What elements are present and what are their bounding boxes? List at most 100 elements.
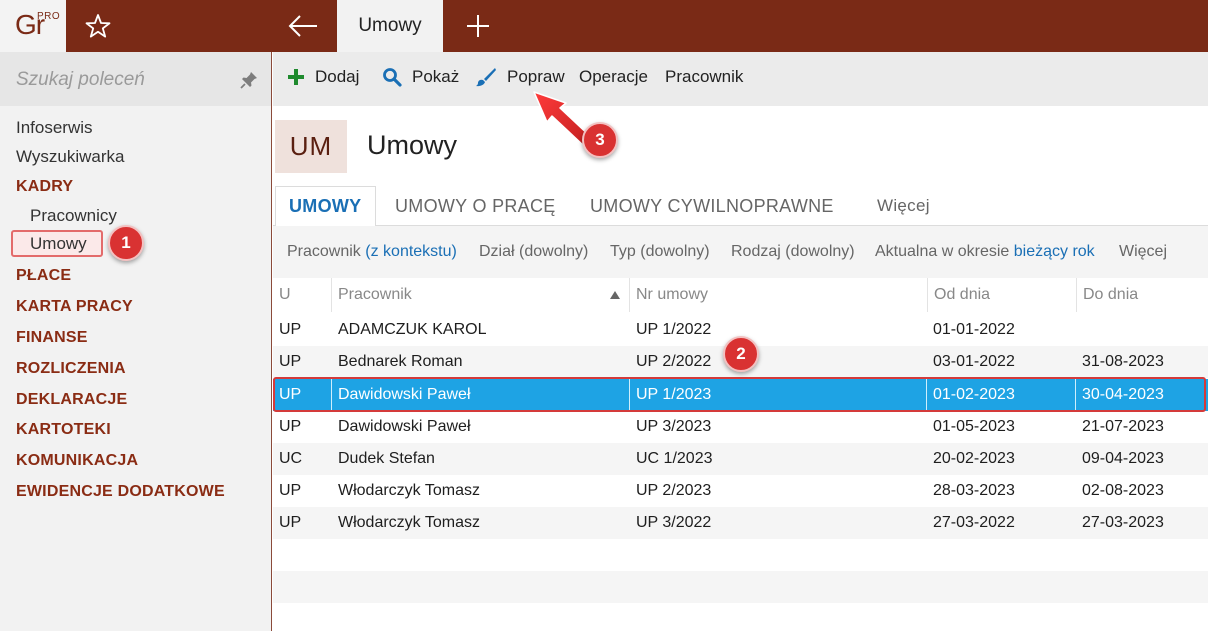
show-button[interactable]: Pokaż (382, 67, 459, 87)
nav-section-kadry[interactable]: KADRY (16, 178, 73, 196)
module-badge: UM (275, 120, 347, 173)
filter-period[interactable]: Aktualna w okresie bieżący rok (875, 243, 1095, 261)
cell-od-dnia: 20-02-2023 (933, 450, 1015, 467)
nav-wyszukiwarka[interactable]: Wyszukiwarka (16, 147, 124, 167)
column-header-od-dnia[interactable]: Od dnia (927, 278, 1076, 312)
table-row[interactable]: UP Włodarczyk Tomasz UP 3/2022 27-03-202… (273, 507, 1208, 539)
nav-section-karta-pracy[interactable]: KARTA PRACY (16, 298, 133, 316)
cell-do-dnia: 21-07-2023 (1082, 418, 1164, 435)
filter-period-label: Aktualna w okresie (875, 243, 1010, 260)
logo-badge: PRO (37, 11, 61, 22)
cell-do-dnia: 27-03-2023 (1082, 514, 1164, 531)
column-header-nr-umowy[interactable]: Nr umowy (629, 278, 927, 312)
filter-more[interactable]: Więcej (1119, 243, 1167, 261)
filter-employee-value[interactable]: (z kontekstu) (365, 243, 457, 260)
employee-button[interactable]: Pracownik (665, 67, 743, 87)
cell-od-dnia: 27-03-2022 (933, 514, 1015, 531)
nav-section-finanse[interactable]: FINANSE (16, 329, 88, 347)
annotation-marker-1: 1 (108, 225, 144, 261)
cell-pracownik: Bednarek Roman (338, 353, 463, 370)
page-header: UM Umowy (273, 106, 1208, 186)
column-header-u[interactable]: U (273, 278, 331, 312)
cell-nr-umowy: UP 2/2023 (636, 482, 712, 499)
add-button-label: Dodaj (315, 67, 360, 86)
column-header-pracownik[interactable]: Pracownik (331, 278, 629, 312)
filter-type[interactable]: Typ (dowolny) (610, 243, 710, 261)
nav-section-place[interactable]: PŁACE (16, 267, 71, 285)
cell-od-dnia: 01-05-2023 (933, 418, 1015, 435)
filter-department[interactable]: Dział (dowolny) (479, 243, 588, 261)
filter-employee[interactable]: Pracownik (z kontekstu) (287, 243, 457, 261)
app-logo[interactable]: Gr PRO (0, 0, 66, 52)
nav-section-deklaracje[interactable]: DEKLARACJE (16, 391, 127, 409)
cell-pracownik: Włodarczyk Tomasz (338, 482, 480, 499)
edit-button[interactable]: Popraw (475, 67, 565, 87)
operations-button[interactable]: Operacje (579, 67, 648, 87)
star-icon[interactable] (84, 12, 112, 40)
command-search-input[interactable] (16, 67, 231, 93)
cell-u: UC (279, 450, 303, 467)
table-header: U Pracownik Nr umowy Od dnia Do dnia (273, 278, 1208, 312)
sort-up-icon (610, 291, 620, 299)
cell-do-dnia: 31-08-2023 (1082, 353, 1164, 370)
nav-section-rozliczenia[interactable]: ROZLICZENIA (16, 360, 126, 378)
table-row[interactable]: UP Dawidowski Paweł UP 3/2023 01-05-2023… (273, 411, 1208, 443)
arrow-left-icon[interactable] (286, 12, 320, 40)
filter-bar: Pracownik (z kontekstu) Dział (dowolny) … (273, 226, 1208, 278)
brush-icon (476, 68, 496, 87)
show-button-label: Pokaż (412, 67, 460, 86)
cell-nr-umowy: UP 1/2023 (629, 379, 927, 411)
tab-umowy-o-prace[interactable]: UMOWY O PRACĘ (395, 186, 556, 226)
table-row-selected[interactable]: UP Dawidowski Paweł UP 1/2023 01-02-2023… (273, 379, 1208, 411)
filter-kind[interactable]: Rodzaj (dowolny) (731, 243, 855, 261)
cell-od-dnia: 03-01-2022 (933, 353, 1015, 370)
table-row[interactable]: UC Dudek Stefan UC 1/2023 20-02-2023 09-… (273, 443, 1208, 475)
cell-pracownik: Dawidowski Paweł (338, 418, 471, 435)
command-search (0, 52, 271, 106)
add-button[interactable]: Dodaj (287, 67, 359, 87)
cell-pracownik: Dudek Stefan (338, 450, 435, 467)
cell-pracownik: ADAMCZUK KAROL (338, 321, 487, 338)
cell-do-dnia: 09-04-2023 (1082, 450, 1164, 467)
column-header-pracownik-label: Pracownik (338, 286, 412, 303)
pin-icon[interactable] (240, 71, 258, 89)
nav-section-komunikacja[interactable]: KOMUNIKACJA (16, 452, 138, 470)
cell-nr-umowy: UC 1/2023 (636, 450, 713, 467)
nav-umowy[interactable]: Umowy (30, 234, 87, 254)
nav-section-ewidencje-dodatkowe[interactable]: EWIDENCJE DODATKOWE (16, 483, 225, 501)
column-header-do-dnia[interactable]: Do dnia (1076, 278, 1208, 312)
annotation-marker-2: 2 (723, 336, 759, 372)
edit-button-label: Popraw (507, 67, 565, 86)
nav-pracownicy[interactable]: Pracownicy (30, 206, 117, 226)
toolbar: Dodaj Pokaż Popraw Operacje Pracownik (273, 52, 1208, 106)
table-row[interactable]: UP Włodarczyk Tomasz UP 2/2023 28-03-202… (273, 475, 1208, 507)
tab-umowy-cywilnoprawne[interactable]: UMOWY CYWILNOPRAWNE (590, 186, 834, 226)
cell-od-dnia: 28-03-2023 (933, 482, 1015, 499)
cell-od-dnia: 01-01-2022 (933, 321, 1015, 338)
cell-do-dnia: 02-08-2023 (1082, 482, 1164, 499)
cell-nr-umowy: UP 3/2023 (636, 418, 712, 435)
tab-more[interactable]: Więcej (877, 186, 930, 226)
cell-pracownik: Dawidowski Paweł (331, 379, 629, 411)
operations-button-label: Operacje (579, 67, 648, 86)
filter-period-value[interactable]: bieżący rok (1014, 243, 1095, 260)
cell-nr-umowy: UP 2/2022 (636, 353, 712, 370)
tab-umowy[interactable]: Umowy (337, 0, 443, 52)
filter-employee-label: Pracownik (287, 243, 361, 260)
sidebar: Infoserwis Wyszukiwarka KADRY Pracownicy… (0, 52, 272, 631)
tab-umowy-all[interactable]: UMOWY (275, 186, 376, 227)
magnifier-icon (383, 68, 402, 87)
content-tabs: UMOWY UMOWY O PRACĘ UMOWY CYWILNOPRAWNE … (273, 186, 1208, 227)
cell-u: UP (279, 514, 302, 531)
annotation-marker-3: 3 (582, 122, 618, 158)
new-tab-plus-icon[interactable] (464, 12, 492, 40)
nav-infoserwis[interactable]: Infoserwis (16, 118, 93, 138)
cell-u: UP (279, 482, 302, 499)
top-bar: Gr PRO Umowy (0, 0, 1208, 52)
cell-od-dnia: 01-02-2023 (926, 379, 1076, 411)
cell-nr-umowy: UP 1/2022 (636, 321, 712, 338)
nav-section-kartoteki[interactable]: KARTOTEKI (16, 421, 111, 439)
cell-do-dnia: 30-04-2023 (1075, 379, 1208, 411)
employee-button-label: Pracownik (665, 67, 744, 86)
page-title: Umowy (367, 130, 458, 160)
